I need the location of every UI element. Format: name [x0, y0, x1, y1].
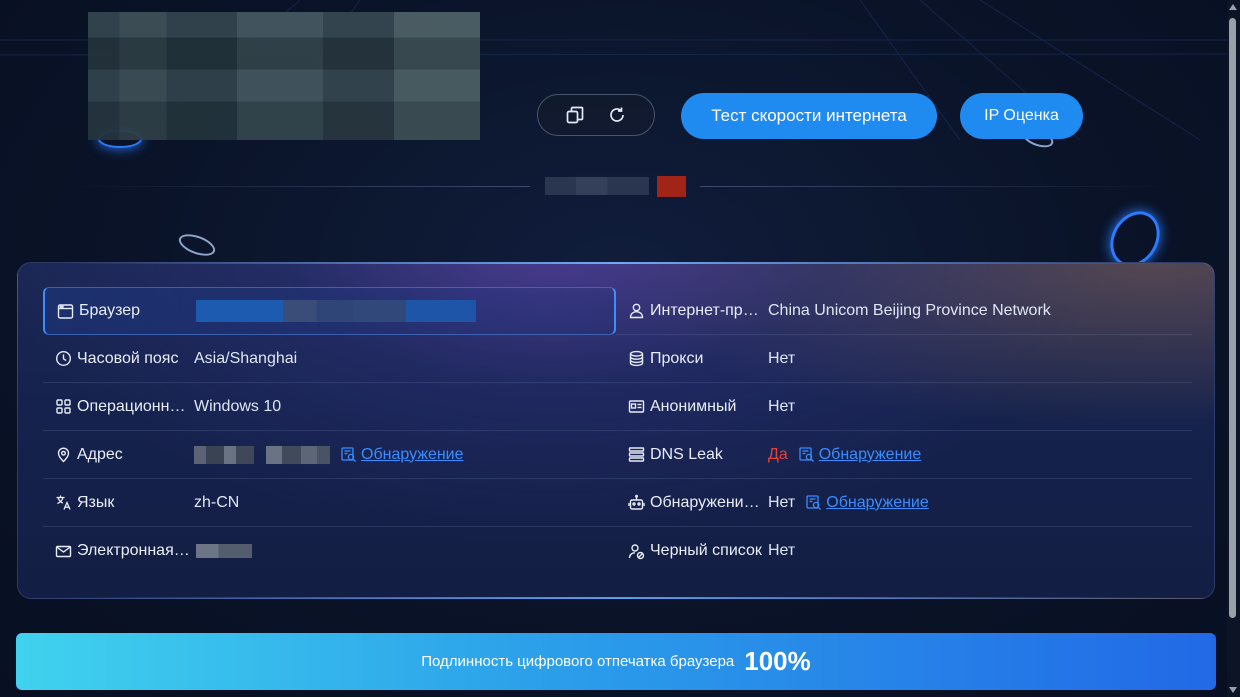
- user-block-icon: [626, 541, 646, 561]
- info-row-anonymous: Анонимный Нет: [616, 383, 1192, 431]
- info-label: Анонимный: [650, 397, 737, 415]
- page: Тест скорости интернета IP Оценка Браузе…: [0, 0, 1240, 697]
- info-value: Обнаружение: [194, 445, 464, 464]
- ip-actions: [537, 94, 655, 136]
- info-row-isp: Интернет-провайдер China Unicom Beijing …: [616, 287, 1192, 335]
- authenticity-bar: Подлинность цифрового отпечатка браузера…: [16, 633, 1216, 690]
- refresh-icon[interactable]: [606, 104, 628, 126]
- info-row-os: Операционная система Windows 10: [43, 383, 616, 431]
- address-redacted: [266, 445, 330, 464]
- info-column-left: Браузер Часовой пояс Asia/Shanghai Опера…: [43, 287, 616, 575]
- info-row-language: Язык zh-CN: [43, 479, 616, 527]
- grid-icon: [53, 397, 73, 417]
- info-row-browser: Браузер: [43, 287, 616, 335]
- info-label: Часовой пояс: [77, 349, 179, 367]
- divider-right: [700, 186, 1172, 187]
- speed-test-button[interactable]: Тест скорости интернета: [681, 93, 937, 139]
- info-label: Электронная почта: [77, 542, 192, 559]
- info-column-right: Интернет-провайдер China Unicom Beijing …: [616, 287, 1192, 575]
- detect-link[interactable]: Обнаружение: [805, 494, 929, 512]
- info-label: Обнаружение бота: [650, 493, 766, 511]
- info-value: Asia/Shanghai: [194, 349, 298, 367]
- list-icon: [626, 445, 646, 465]
- authenticity-label: Подлинность цифрового отпечатка браузера: [421, 653, 735, 670]
- info-card: Браузер Часовой пояс Asia/Shanghai Опера…: [17, 262, 1215, 599]
- mail-icon: [53, 541, 73, 561]
- scrollbar[interactable]: [1227, 0, 1240, 697]
- detect-link[interactable]: Обнаружение: [798, 445, 922, 464]
- scroll-thumb[interactable]: [1229, 18, 1236, 618]
- search-doc-icon: [799, 447, 814, 462]
- scroll-up-arrow-icon[interactable]: [1229, 4, 1237, 10]
- location-redacted: [545, 177, 649, 195]
- info-value: zh-CN: [194, 493, 240, 511]
- browser-value-redacted: [196, 300, 476, 322]
- person-icon: [626, 301, 646, 321]
- info-label: Адрес: [77, 445, 123, 463]
- info-value: [194, 542, 252, 560]
- info-label: Язык: [77, 493, 115, 511]
- database-icon: [626, 349, 646, 369]
- ip-address-redacted: [88, 12, 480, 140]
- email-redacted: [196, 543, 252, 558]
- info-row-email: Электронная почта: [43, 527, 616, 575]
- location-pin-icon: [53, 445, 73, 465]
- scroll-down-arrow-icon[interactable]: [1229, 687, 1237, 693]
- address-redacted: [194, 445, 254, 464]
- info-row-address: Адрес Обнаружение: [43, 431, 616, 479]
- translate-icon: [53, 493, 73, 513]
- id-card-icon: [626, 397, 646, 417]
- card-glow-bottom: [58, 597, 1174, 599]
- search-doc-icon: [806, 495, 822, 510]
- info-value: China Unicom Beijing Province Network: [768, 301, 1051, 319]
- info-row-proxy: Прокси Нет: [616, 335, 1192, 383]
- authenticity-percent: 100%: [744, 646, 811, 676]
- copy-icon[interactable]: [564, 104, 586, 126]
- info-label: Прокси: [650, 349, 704, 367]
- info-label: Интернет-провайдер: [650, 301, 766, 319]
- search-doc-icon: [341, 447, 356, 462]
- detect-link[interactable]: Обнаружение: [340, 446, 464, 464]
- info-value: Нет: [768, 349, 796, 367]
- info-row-timezone: Часовой пояс Asia/Shanghai: [43, 335, 616, 383]
- info-value: Нет: [768, 493, 796, 511]
- info-value: Нет: [768, 542, 796, 559]
- info-row-bot-detection: Обнаружение бота Нет Обнаружение: [616, 479, 1192, 527]
- browser-icon: [55, 301, 75, 321]
- info-value: Windows 10: [194, 397, 282, 415]
- clock-icon: [53, 349, 73, 369]
- info-label: DNS Leak: [650, 445, 723, 463]
- card-glow-top: [58, 262, 1174, 264]
- info-value: Нет: [768, 397, 796, 415]
- robot-icon: [626, 493, 646, 513]
- info-row-blacklist: Черный список Нет: [616, 527, 1192, 575]
- detect-link-label: Обнаружение: [361, 445, 464, 463]
- detect-link-label: Обнаружение: [818, 445, 922, 463]
- ip-score-button[interactable]: IP Оценка: [960, 93, 1083, 139]
- info-label: Черный список: [650, 542, 762, 559]
- info-label: Браузер: [79, 302, 141, 319]
- detect-link-label: Обнаружение: [826, 493, 929, 511]
- info-label: Операционная система: [77, 397, 192, 415]
- info-row-dns-leak: DNS Leak Да Обнаружение: [616, 431, 1192, 479]
- decor-ring-left: [176, 230, 218, 260]
- info-value: [196, 300, 476, 322]
- info-value: Да: [768, 445, 788, 463]
- divider-left: [72, 186, 530, 187]
- country-flag: [657, 176, 686, 197]
